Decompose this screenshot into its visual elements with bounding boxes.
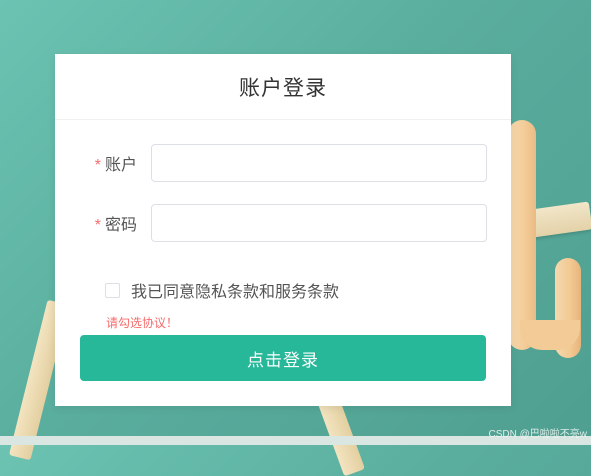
password-input[interactable]: [151, 204, 487, 242]
password-label-text: 密码: [104, 217, 137, 234]
login-button[interactable]: 点击登录: [80, 335, 486, 381]
password-label: * 密码: [55, 211, 151, 235]
login-card: 账户登录 * 账户 * 密码 我已同意隐私条款和服务条款 请勾选协议！ 点击登录: [55, 54, 511, 406]
login-title: 账户登录: [239, 76, 327, 100]
login-card-header: 账户登录: [55, 54, 511, 120]
account-row: * 账户: [55, 143, 511, 183]
account-label: * 账户: [55, 151, 151, 175]
background-ladder-right: [316, 393, 366, 476]
background-cactus-trunk: [508, 120, 536, 350]
account-label-text: 账户: [104, 157, 137, 174]
agreement-text[interactable]: 我已同意隐私条款和服务条款: [131, 278, 339, 302]
required-star: *: [94, 217, 101, 234]
agreement-checkbox[interactable]: [105, 282, 120, 298]
password-row: * 密码: [55, 203, 511, 243]
required-star: *: [94, 157, 101, 174]
background-cactus-joint: [520, 320, 580, 350]
agreement-row[interactable]: 我已同意隐私条款和服务条款: [105, 278, 339, 302]
account-input[interactable]: [151, 144, 487, 182]
watermark: CSDN @巴啦啦不亮w: [488, 429, 588, 440]
agreement-error-message: 请勾选协议！: [106, 316, 179, 330]
